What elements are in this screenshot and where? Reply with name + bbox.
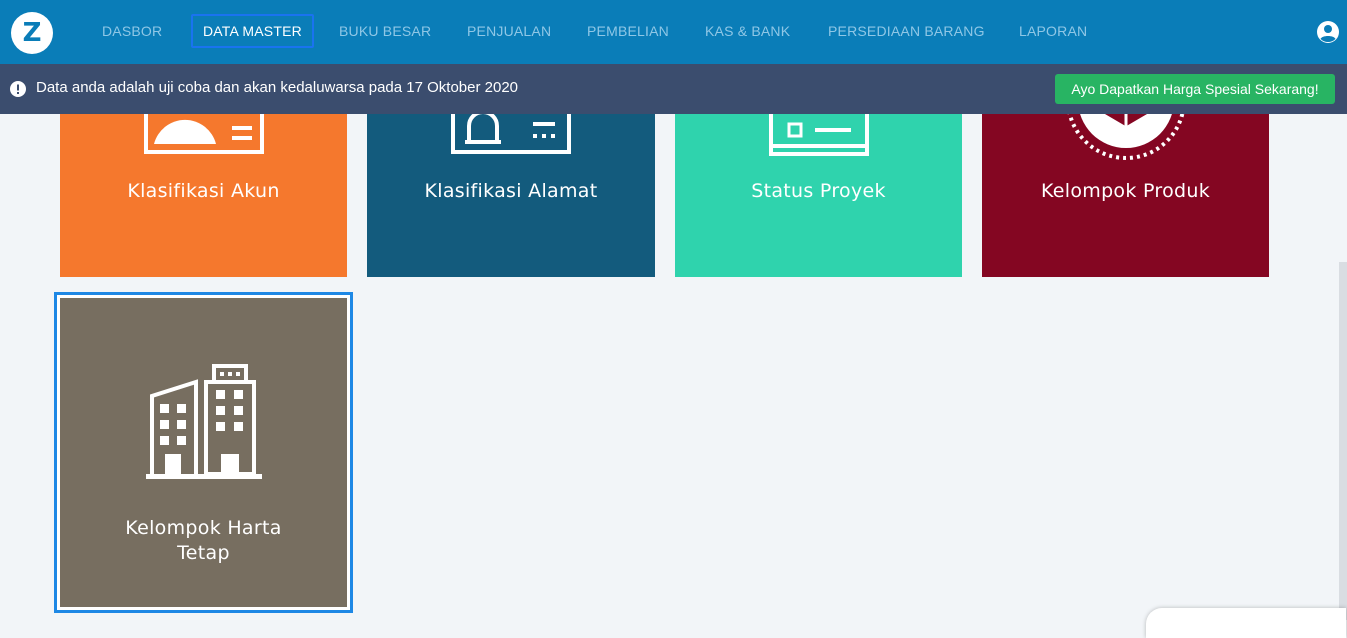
card-label: Status Proyek (751, 180, 886, 202)
card-label-line2: Tetap (177, 542, 230, 564)
top-navigation-bar: Z DASBOR DATA MASTER BUKU BESAR PENJUALA… (0, 0, 1347, 64)
nav-item-persediaan-barang[interactable]: PERSEDIAAN BARANG (828, 14, 985, 48)
card-label: Kelompok Produk (1040, 180, 1211, 202)
nav-item-penjualan[interactable]: PENJUALAN (467, 14, 551, 48)
card-status-proyek[interactable]: Status Proyek (675, 114, 962, 277)
card-label: Klasifikasi Alamat (424, 180, 598, 202)
address-card-icon (451, 114, 571, 154)
nav-item-buku-besar[interactable]: BUKU BESAR (339, 14, 431, 48)
card-kelompok-harta-tetap[interactable]: Kelompok Harta Tetap (60, 298, 347, 607)
product-badge-icon (1067, 114, 1185, 160)
nav-item-kas-bank[interactable]: KAS & BANK (705, 14, 790, 48)
trial-expiry-text: Data anda adalah uji coba dan akan kedal… (36, 79, 519, 96)
project-card-icon (769, 114, 869, 156)
account-card-icon (144, 114, 264, 154)
card-label: Klasifikasi Akun (127, 180, 280, 202)
app-logo[interactable]: Z (11, 12, 53, 54)
card-kelompok-produk[interactable]: Kelompok Produk (982, 114, 1269, 277)
card-klasifikasi-akun[interactable]: Klasifikasi Akun (60, 114, 347, 277)
nav-item-pembelian[interactable]: PEMBELIAN (587, 14, 669, 48)
nav-item-data-master[interactable]: DATA MASTER (191, 14, 314, 48)
data-master-grid: Klasifikasi Akun Klasifikasi Alamat Stat… (0, 114, 1347, 620)
special-price-button[interactable]: Ayo Dapatkan Harga Spesial Sekarang! (1055, 74, 1335, 104)
chat-widget[interactable] (1146, 608, 1346, 638)
scrollbar[interactable] (1339, 262, 1347, 620)
card-label-line1: Kelompok Harta (125, 517, 282, 539)
nav-item-dasbor[interactable]: DASBOR (102, 14, 162, 48)
exclamation-circle-icon (10, 81, 26, 97)
nav-item-laporan[interactable]: LAPORAN (1019, 14, 1087, 48)
buildings-icon (146, 364, 262, 479)
card-klasifikasi-alamat[interactable]: Klasifikasi Alamat (367, 114, 655, 277)
user-circle-icon[interactable] (1316, 20, 1340, 44)
